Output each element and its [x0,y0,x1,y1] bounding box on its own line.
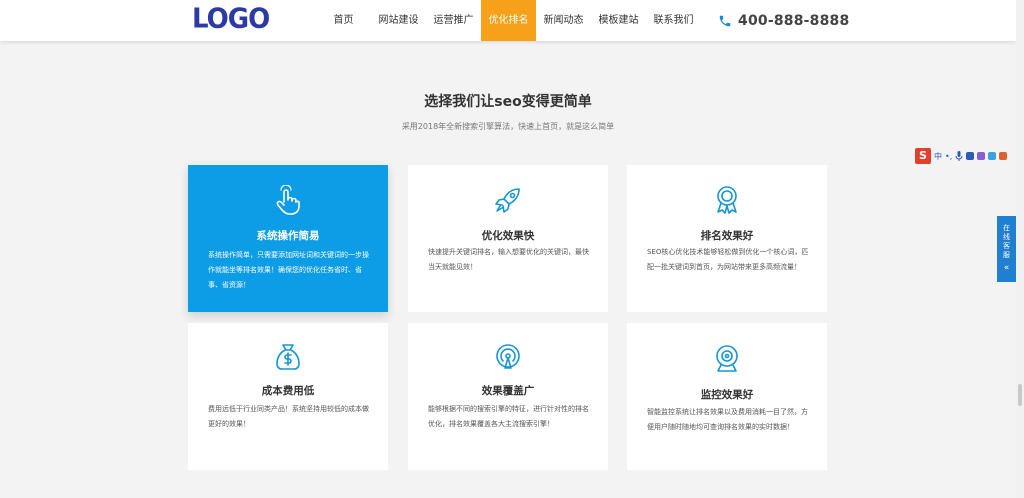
collapse-arrow-icon: « [1003,263,1010,273]
rocket-icon [495,188,520,213]
site-header: LOGO 首页 网站建设 运营推广 优化排名 新闻动态 模板建站 联系我们 40… [0,0,1016,41]
nav-item-home[interactable]: 首页 [316,0,371,41]
online-service-tab[interactable]: 在线客服 « [997,216,1016,282]
microphone-icon[interactable] [955,151,963,161]
nav-item-template-site[interactable]: 模板建站 [591,0,646,41]
section-subtitle: 采用2018年全新搜索引擎算法，快速上首页，就是这么简单 [401,122,615,131]
section-title: 选择我们让seo变得更简单 [424,94,592,110]
main-nav: 首页 网站建设 运营推广 优化排名 新闻动态 模板建站 联系我们 [316,0,701,41]
menu-icon[interactable] [999,152,1008,160]
card-title: 系统操作简易 [256,230,320,242]
skin-icon[interactable] [977,152,986,160]
money-bag-icon [276,344,300,370]
hand-pointer-icon [276,185,300,215]
nav-item-contact[interactable]: 联系我们 [646,0,701,41]
card-description: 系统操作简单，只需要添加网址词和关键词的一步操作就能坐等排名效果！确保您的优化任… [208,251,369,289]
card-title: 优化效果快 [481,230,535,242]
nav-item-news[interactable]: 新闻动态 [536,0,591,41]
page-scrollbar[interactable] [1016,0,1024,498]
phone-contact: 400-888-8888 [718,0,849,41]
card-title: 排名效果好 [700,230,754,242]
ime-punctuation-toggle[interactable]: •, [945,152,952,161]
sogou-ime-logo[interactable]: S [915,148,931,164]
feature-card-good-ranking[interactable]: 排名效果好 SEO核心优化技术能够轻松做到优化一个核心词，匹配一批关键词到首页，… [627,165,827,312]
feature-card-low-cost[interactable]: 成本费用低 费用远低于行业同类产品！系统坚持用较低的成本做更好的效果！ [188,323,388,470]
site-logo[interactable]: LOGO [192,3,270,35]
nav-item-ranking-optimization[interactable]: 优化排名 [481,0,536,41]
nav-item-operation-promotion[interactable]: 运营推广 [426,0,481,41]
scrollbar-thumb[interactable] [1018,384,1022,406]
ime-toolbar[interactable]: S 中 •, [915,148,1008,164]
card-title: 效果覆盖广 [481,385,535,397]
feature-card-good-monitoring[interactable]: 监控效果好 智能监控系统让排名效果以及费用消耗一目了然，方便用户随时随地均可查询… [627,323,827,470]
broadcast-icon [496,344,520,369]
card-description: 能够根据不同的搜索引擎的特征，进行针对性的排名优化，排名效果覆盖各大主流搜索引擎… [428,405,589,428]
card-description: SEO核心优化技术能够轻松做到优化一个核心词，匹配一批关键词到首页，为网站带来更… [647,248,809,271]
feature-card-fast-effect[interactable]: 优化效果快 快速提升关键词排名，输入想要优化的关键词，最快当天就能见效！ [408,165,608,312]
keyboard-icon[interactable] [966,152,975,160]
card-title: 监控效果好 [700,389,754,401]
card-description: 费用远低于行业同类产品！系统坚持用较低的成本做更好的效果！ [208,405,369,428]
card-title: 成本费用低 [261,385,315,397]
webcam-icon [716,345,738,372]
nav-item-website-building[interactable]: 网站建设 [371,0,426,41]
feature-card-wide-coverage[interactable]: 效果覆盖广 能够根据不同的搜索引擎的特征，进行针对性的排名优化，排名效果覆盖各大… [408,323,608,470]
toolbox-icon[interactable] [988,152,997,160]
card-description: 快速提升关键词排名，输入想要优化的关键词，最快当天就能见效！ [428,248,589,271]
phone-number: 400-888-8888 [738,12,850,29]
feature-card-easy-operation[interactable]: 系统操作简易 系统操作简单，只需要添加网址词和关键词的一步操作就能坐等排名效果！… [188,165,388,312]
award-ribbon-icon [717,186,737,214]
card-description: 智能监控系统让排名效果以及费用消耗一目了然，方便用户随时随地均可查询排名效果的实… [647,408,808,431]
phone-icon [719,15,731,26]
online-service-label: 在线客服 [1003,224,1010,259]
ime-language-toggle[interactable]: 中 [934,151,942,162]
